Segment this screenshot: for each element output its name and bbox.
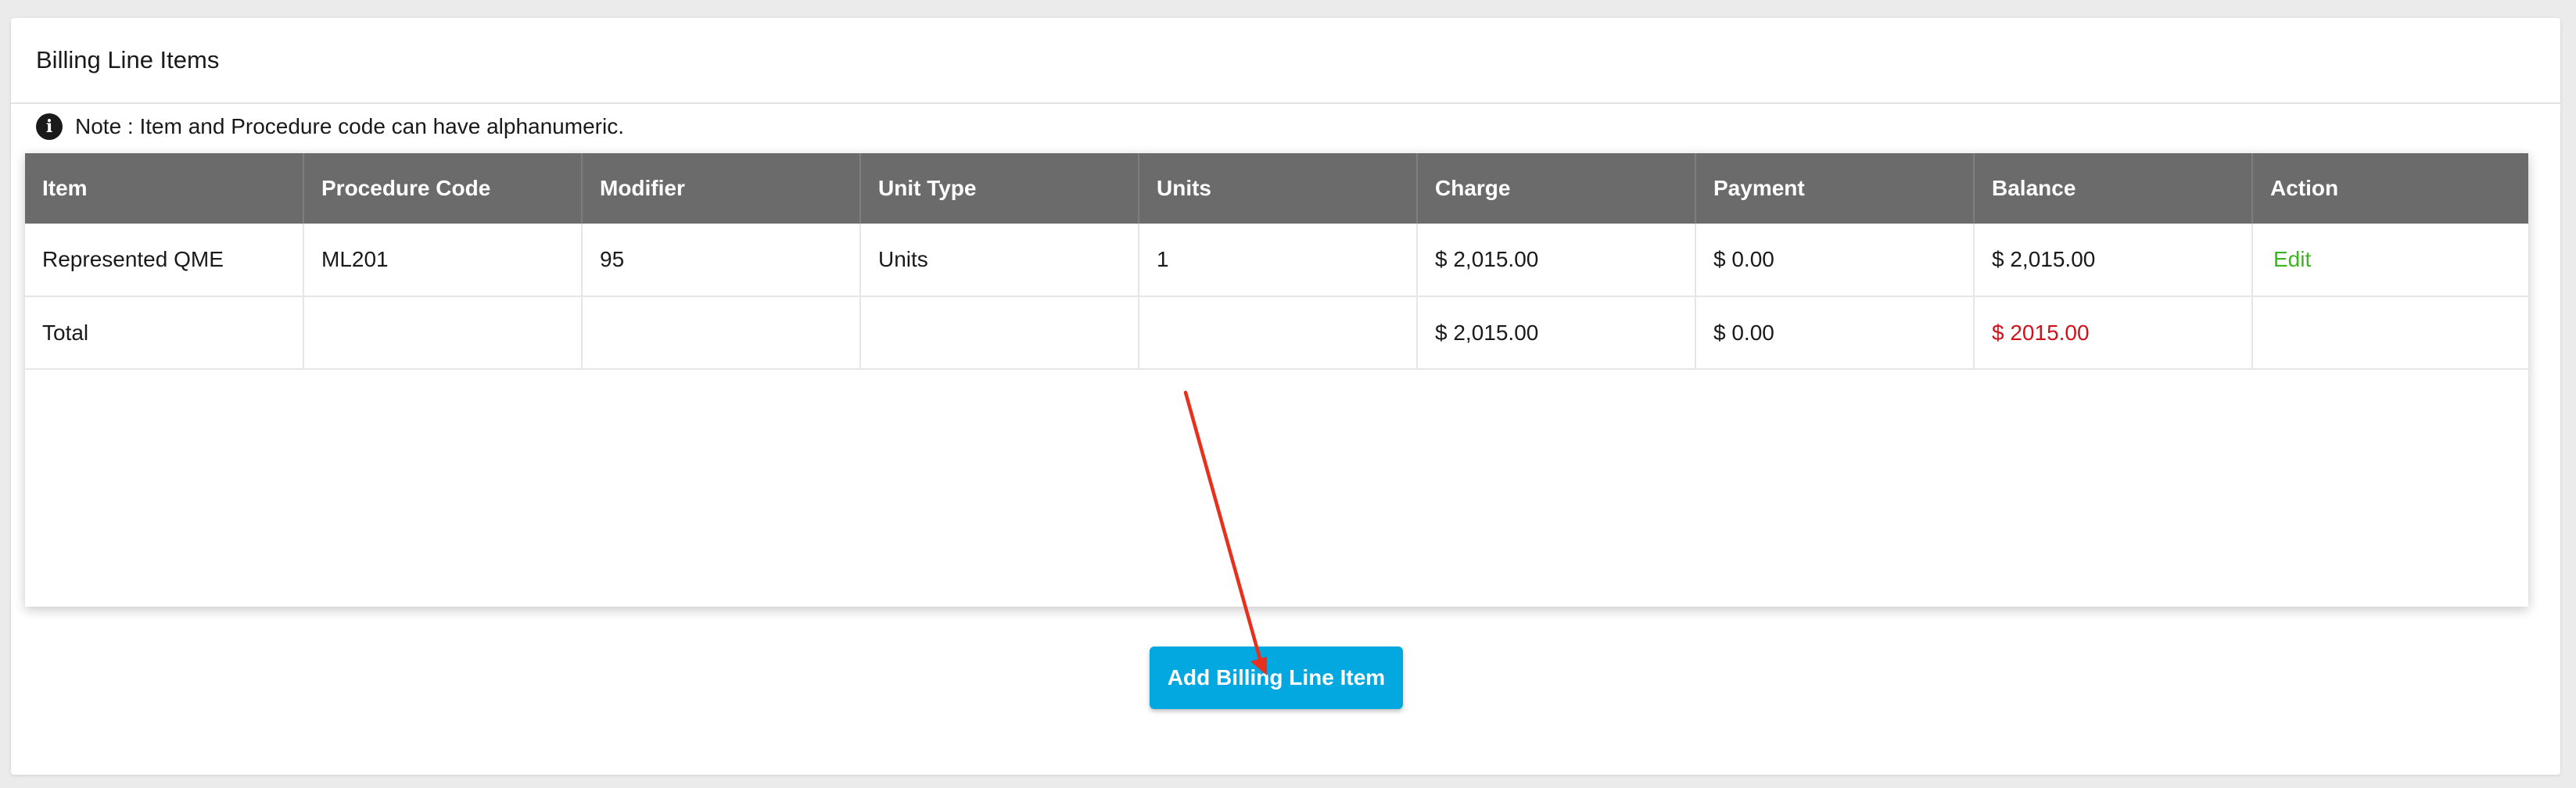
- red-arrow-annotation: [1183, 390, 1267, 675]
